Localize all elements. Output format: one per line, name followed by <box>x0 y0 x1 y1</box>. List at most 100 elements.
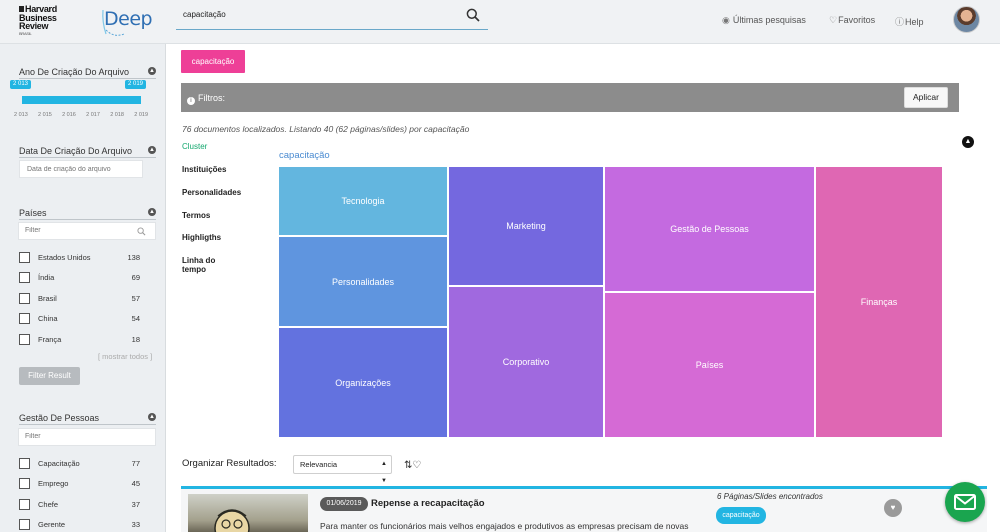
countries-filter <box>18 222 156 240</box>
option-count: 57 <box>131 294 140 303</box>
option-count: 45 <box>131 479 140 488</box>
checkbox[interactable] <box>19 499 30 510</box>
top-header: Harvard Business Review BRASIL Deep ◉Últ… <box>0 0 1000 44</box>
filters-label: Filtros: <box>198 93 225 103</box>
recent-searches-label: Últimas pesquisas <box>732 15 806 25</box>
heart-icon: ♥ <box>890 503 896 512</box>
favorites-label: Favoritos <box>838 15 876 25</box>
checkbox[interactable] <box>19 519 30 530</box>
active-search-chip[interactable]: capacitação <box>181 50 245 73</box>
sort-select[interactable]: Relevancia ▲ ▼ <box>293 455 392 484</box>
help-link[interactable]: ⓘHelp <box>895 15 924 28</box>
year-range-start: 2 013 <box>10 80 32 89</box>
tab-cluster[interactable]: Cluster <box>182 142 207 151</box>
favorites-link[interactable]: ♡Favoritos <box>829 15 875 26</box>
treemap-cell-tecnologia[interactable]: Tecnologia <box>279 167 447 235</box>
option-label: China <box>38 314 58 323</box>
treemap-cell-organizacoes[interactable]: Organizações <box>279 328 447 437</box>
chevron-up-icon[interactable]: ▲ <box>148 208 156 216</box>
checkbox[interactable] <box>19 334 30 345</box>
checkbox[interactable] <box>19 293 30 304</box>
option-label: França <box>38 335 62 344</box>
tab-timeline[interactable]: Linha do tempo <box>182 256 232 274</box>
country-option[interactable]: Estados Unidos 138 <box>19 252 140 264</box>
sort-results-label: Organizar Resultados: <box>182 458 277 469</box>
treemap-cell-gestao-de-pessoas[interactable]: Gestão de Pessoas <box>605 167 814 291</box>
checkbox[interactable] <box>19 252 30 263</box>
favorite-heart-button[interactable]: ♥ <box>884 499 902 517</box>
year-tick: 2 017 <box>86 112 100 118</box>
year-tick: 2 016 <box>62 112 76 118</box>
tab-terms[interactable]: Termos <box>182 211 210 220</box>
search-icon[interactable] <box>137 227 146 236</box>
sort-icons: ⇅♡ <box>404 460 421 471</box>
treemap-cell-personalidades[interactable]: Personalidades <box>279 237 447 326</box>
divider <box>19 219 156 220</box>
show-all-link[interactable]: [ mostrar todos ] <box>98 352 152 361</box>
people-option[interactable]: Gerente 33 <box>19 519 140 531</box>
option-count: 37 <box>131 500 140 509</box>
filters-heading[interactable]: i Filtros: <box>187 93 225 105</box>
option-label: Estados Unidos <box>38 253 91 262</box>
country-option[interactable]: Índia 69 <box>19 272 140 284</box>
apply-button[interactable]: Aplicar <box>904 87 948 108</box>
result-title[interactable]: Repense a recapacitação <box>371 498 485 509</box>
people-option[interactable]: Chefe 37 <box>19 499 140 511</box>
tab-institutions[interactable]: Instituições <box>182 165 226 174</box>
hbr-logo-line-3: Review <box>19 21 49 31</box>
option-label: Chefe <box>38 500 59 509</box>
divider <box>19 157 156 158</box>
heart-icon[interactable]: ♡ <box>412 460 421 471</box>
option-label: Gerente <box>38 520 66 529</box>
people-filter-input[interactable] <box>25 433 125 440</box>
chevron-up-icon[interactable]: ▲ <box>148 67 156 75</box>
search-input[interactable] <box>183 10 453 19</box>
people-option[interactable]: Capacitação 77 <box>19 458 140 470</box>
country-option[interactable]: França 18 <box>19 334 140 346</box>
year-tick: 2 019 <box>134 112 148 118</box>
result-thumbnail[interactable] <box>188 494 308 532</box>
option-label: Brasil <box>38 294 57 303</box>
checkbox[interactable] <box>19 478 30 489</box>
divider <box>19 78 156 79</box>
checkbox[interactable] <box>19 313 30 324</box>
year-range-end: 2 019 <box>125 80 147 89</box>
tab-personalities[interactable]: Personalidades <box>182 188 241 197</box>
treemap-title: capacitação <box>279 150 330 161</box>
result-tag-chip[interactable]: capacitação <box>716 507 766 524</box>
treemap-cell-financas[interactable]: Finanças <box>816 167 942 437</box>
filter-result-button[interactable]: Filter Result <box>19 367 80 385</box>
countries-filter-input[interactable] <box>25 227 125 234</box>
hbr-logo-sub: BRASIL <box>19 30 32 36</box>
search-icon[interactable] <box>466 8 480 22</box>
year-tick: 2 013 <box>14 112 28 118</box>
help-label: Help <box>905 17 924 27</box>
envelope-icon <box>954 494 976 510</box>
treemap-cell-paises[interactable]: Países <box>605 293 814 437</box>
hbr-logo[interactable]: Harvard Business Review BRASIL <box>19 5 71 36</box>
checkbox[interactable] <box>19 272 30 283</box>
tab-highlights[interactable]: Highligths <box>182 233 221 242</box>
recent-searches-link[interactable]: ◉ Últimas pesquisas <box>722 15 806 26</box>
deep-logo-text[interactable]: Deep <box>104 8 153 30</box>
treemap-cell-marketing[interactable]: Marketing <box>449 167 603 285</box>
option-count: 33 <box>131 520 140 529</box>
user-avatar[interactable] <box>953 6 980 33</box>
people-option[interactable]: Emprego 45 <box>19 478 140 490</box>
chevron-up-icon[interactable]: ▲ <box>148 413 156 421</box>
eye-icon: ◉ <box>722 15 730 25</box>
checkbox[interactable] <box>19 458 30 469</box>
country-option[interactable]: China 54 <box>19 313 140 325</box>
chevron-up-icon[interactable]: ▲ <box>148 146 156 154</box>
country-option[interactable]: Brasil 57 <box>19 293 140 305</box>
year-range-slider[interactable] <box>22 96 141 104</box>
chevron-up-icon[interactable]: ▲ <box>962 136 974 148</box>
option-count: 18 <box>131 335 140 344</box>
treemap-cell-corporativo[interactable]: Corporativo <box>449 287 603 437</box>
creation-date-field[interactable] <box>19 160 143 178</box>
filters-bar: i Filtros: Aplicar <box>181 83 959 112</box>
mail-button[interactable] <box>945 482 985 522</box>
year-slider-ticks: 2 013 2 015 2 016 2 017 2 018 2 019 <box>14 112 148 118</box>
result-date-badge: 01/06/2019 <box>320 497 368 511</box>
info-icon: i <box>187 97 195 105</box>
